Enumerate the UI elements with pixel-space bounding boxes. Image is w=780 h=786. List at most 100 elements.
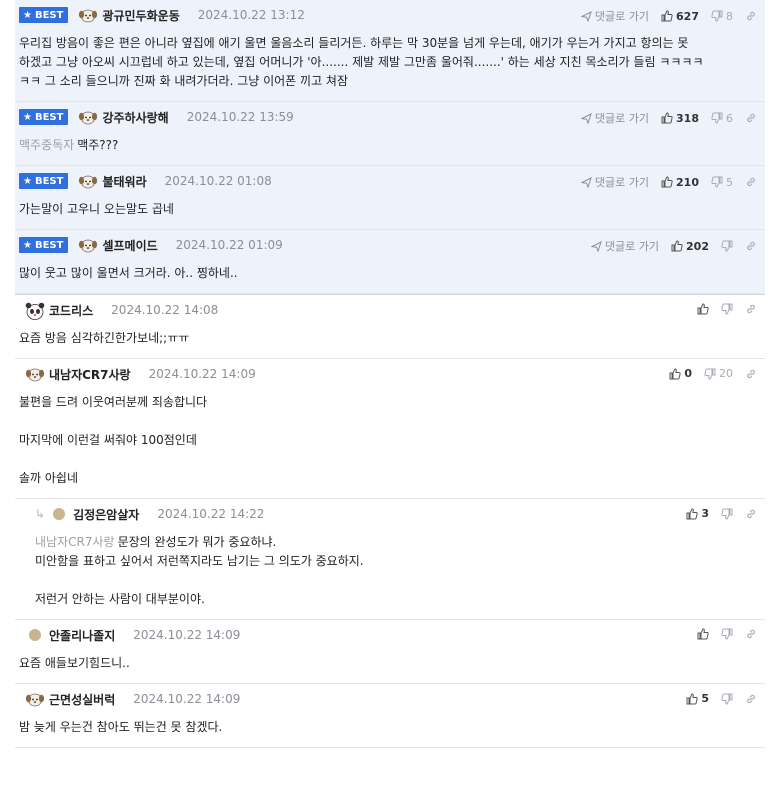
dislike-button[interactable] <box>721 240 733 252</box>
comment-item: ★ BEST 셀프메이드 2024.10.22 01:09 댓글로 가기 202 많이 웃고… <box>15 230 765 294</box>
avatar[interactable] <box>78 7 98 23</box>
avatar[interactable] <box>78 109 98 125</box>
dislike-button[interactable]: 5 <box>711 176 733 189</box>
comment-header: 근면성실버럭 2024.10.22 14:09 5 <box>15 684 765 710</box>
thumbs-down-icon <box>721 508 733 520</box>
comment-text: 하겠고 그냥 아오씨 시끄럽네 하고 있는데, 옆집 어머니가 '아......… <box>19 55 704 69</box>
dislike-button[interactable]: 6 <box>711 112 733 125</box>
link-button[interactable] <box>745 10 757 22</box>
comment-line: 가는말이 고우니 오는말도 곱네 <box>19 200 761 219</box>
goto-comment-button[interactable]: 댓글로 가기 <box>580 110 649 126</box>
send-icon <box>590 240 602 252</box>
comment-header: 안졸리나졸지 2024.10.22 14:09 <box>15 620 765 646</box>
avatar[interactable] <box>25 302 45 320</box>
like-count: 627 <box>676 9 699 23</box>
avatar[interactable] <box>78 173 98 189</box>
like-button[interactable]: 0 <box>669 367 692 380</box>
comment-header: ↳ 김정은암살자 2024.10.22 14:22 3 <box>15 499 765 525</box>
thumbs-down-icon <box>711 10 723 22</box>
comment-date: 2024.10.22 01:09 <box>175 238 283 252</box>
comment-body: 많이 웃고 많이 울면서 크거라. 아.. 찡하네.. <box>15 256 765 293</box>
comment-text: 요즘 애들보기힘드니.. <box>19 656 130 670</box>
dislike-button[interactable]: 8 <box>711 10 733 23</box>
like-button[interactable] <box>697 303 709 315</box>
dislike-button[interactable] <box>721 303 733 315</box>
comment-line <box>19 412 761 431</box>
comment-line: 요즘 방음 심각하긴한가보네;;ㅠㅠ <box>19 329 761 348</box>
avatar[interactable] <box>25 691 45 707</box>
best-badge: ★ BEST <box>19 7 69 23</box>
goto-comment-button[interactable]: 댓글로 가기 <box>580 174 649 190</box>
comment-date: 2024.10.22 14:09 <box>133 628 241 642</box>
author-name[interactable]: 불태워라 <box>102 173 146 190</box>
comment-text: ㅋㅋ 그 소리 들으니까 진짜 화 내려가더라. 그냥 이어폰 끼고 쳐잠 <box>19 74 349 88</box>
comment-line: 밤 늦게 우는건 참아도 뛰는건 못 참겠다. <box>19 718 761 737</box>
like-button[interactable]: 627 <box>661 10 699 23</box>
comment-body: 불편을 드려 이웃여러분께 죄송합니다 마지막에 이런걸 써줘야 100점인데 솔까… <box>15 385 765 498</box>
like-button[interactable]: 210 <box>661 176 699 189</box>
dislike-button[interactable] <box>721 693 733 705</box>
thumbs-down-icon <box>721 240 733 252</box>
comment-header: 내남자CR7사랑 2024.10.22 14:09 0 20 <box>15 359 765 385</box>
link-button[interactable] <box>745 628 757 640</box>
author-name[interactable]: 셀프메이드 <box>102 237 157 254</box>
author-name[interactable]: 안졸리나졸지 <box>49 627 115 644</box>
author-name[interactable]: 광규민두화운동 <box>102 7 179 24</box>
author-name[interactable]: 내남자CR7사랑 <box>49 366 131 383</box>
thumbs-up-icon <box>661 176 673 188</box>
link-button[interactable] <box>745 176 757 188</box>
avatar[interactable] <box>25 366 45 382</box>
link-button[interactable] <box>745 693 757 705</box>
author-name[interactable]: 근면성실버럭 <box>49 691 115 708</box>
star-icon: ★ <box>23 9 32 21</box>
comment-text: 맥주??? <box>77 138 119 152</box>
goto-comment-button[interactable]: 댓글로 가기 <box>590 238 659 254</box>
best-label: BEST <box>34 9 64 21</box>
star-icon: ★ <box>23 111 32 123</box>
thumbs-up-icon <box>686 692 698 705</box>
comment-date: 2024.10.22 14:08 <box>111 303 219 317</box>
dislike-button[interactable]: 20 <box>704 367 733 380</box>
link-button[interactable] <box>745 368 757 380</box>
dislike-count: 6 <box>726 111 733 125</box>
dislike-button[interactable] <box>721 508 733 520</box>
thumbs-up-icon <box>697 628 709 640</box>
goto-comment-button[interactable]: 댓글로 가기 <box>580 8 649 24</box>
link-button[interactable] <box>745 303 757 315</box>
thumbs-down-icon <box>721 693 733 705</box>
link-icon <box>745 112 757 124</box>
link-button[interactable] <box>745 508 757 520</box>
like-button[interactable]: 318 <box>661 112 699 125</box>
dislike-count: 20 <box>719 367 733 380</box>
comment-body: 맥주중독자 맥주??? <box>15 128 765 165</box>
mention-link[interactable]: 내남자CR7사랑 <box>35 535 115 549</box>
comment-date: 2024.10.22 13:59 <box>186 110 294 124</box>
like-count: 318 <box>676 111 699 125</box>
avatar[interactable] <box>78 237 98 253</box>
avatar[interactable] <box>49 506 69 522</box>
comment-item: 내남자CR7사랑 2024.10.22 14:09 0 20 불편을 드려 이웃여러분께… <box>15 359 765 499</box>
link-button[interactable] <box>745 112 757 124</box>
send-icon <box>580 10 592 22</box>
comment-text: 요즘 방음 심각하긴한가보네;;ㅠㅠ <box>19 331 190 345</box>
thumbs-down-icon <box>711 176 723 188</box>
like-count: 210 <box>676 175 699 189</box>
author-name[interactable]: 코드리스 <box>49 302 93 319</box>
like-button[interactable]: 5 <box>686 692 709 705</box>
mention-link[interactable]: 맥주중독자 <box>19 138 74 152</box>
dislike-button[interactable] <box>721 628 733 640</box>
link-icon <box>745 240 757 252</box>
like-button[interactable]: 202 <box>671 240 709 253</box>
author-name[interactable]: 김정은암살자 <box>73 506 139 523</box>
link-button[interactable] <box>745 240 757 252</box>
like-button[interactable] <box>697 628 709 640</box>
comment-date: 2024.10.22 01:08 <box>164 174 272 188</box>
author-name[interactable]: 강주하사랑해 <box>102 109 168 126</box>
comment-item: 안졸리나졸지 2024.10.22 14:09 요즘 애들보기힘드니.. <box>15 620 765 684</box>
comment-text: 밤 늦게 우는건 참아도 뛰는건 못 참겠다. <box>19 720 223 734</box>
comment-tools: 3 <box>674 507 757 520</box>
comment-item: ★ BEST 불태워라 2024.10.22 01:08 댓글로 가기 210 5 가는말이 … <box>15 166 765 230</box>
like-button[interactable]: 3 <box>686 507 709 520</box>
best-badge: ★ BEST <box>19 173 69 189</box>
avatar[interactable] <box>25 627 45 643</box>
